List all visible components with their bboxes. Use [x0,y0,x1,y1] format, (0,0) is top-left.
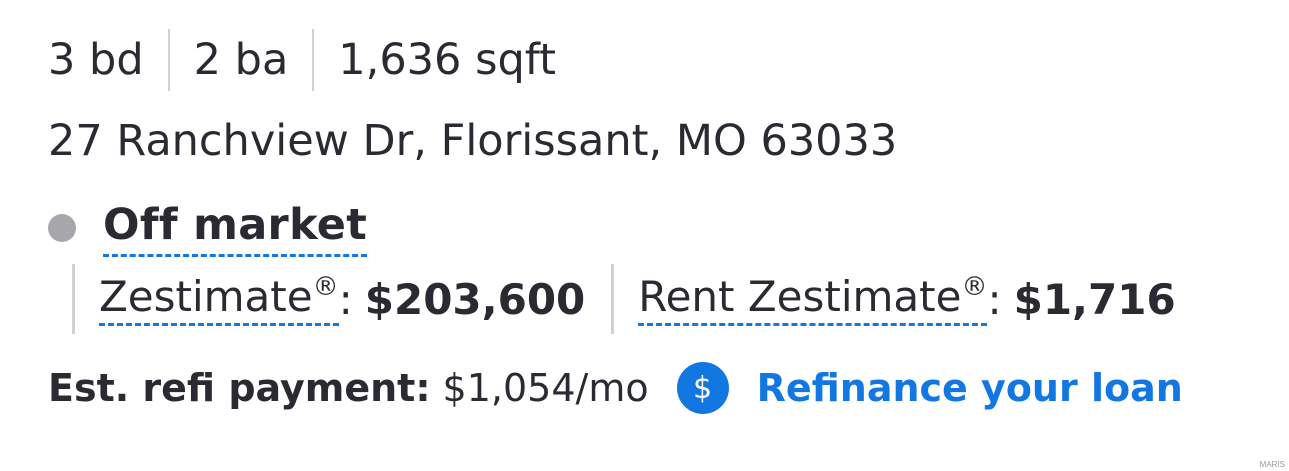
baths-count: 2 ba [193,35,289,85]
dollar-icon[interactable]: $ [676,362,729,414]
status-row: Off market [48,200,368,257]
refi-payment-value: $1,054/mo [442,366,649,410]
refi-payment-label: Est. refi payment: [48,366,431,410]
rent-zestimate-label[interactable]: Rent Zestimate® [638,272,988,326]
property-address: 27 Ranchview Dr, Florissant, MO 63033 [48,116,898,166]
rent-zestimate-value: $1,716 [1013,274,1176,324]
rent-zestimate-colon: : [987,274,1002,324]
rent-zestimate-label-text: Rent Zestimate [638,272,962,321]
registered-mark: ® [312,272,339,302]
sqft-area: 1,636 sqft [338,35,557,85]
beds-count: 3 bd [48,35,144,85]
property-summary: 3 bd 2 ba 1,636 sqft 27 Ranchview Dr, Fl… [0,0,1289,471]
status-off-market-tooltip-trigger[interactable]: Off market [103,200,368,257]
property-facts: 3 bd 2 ba 1,636 sqft [48,28,556,92]
watermark: MARIS [1259,460,1285,469]
status-dot-icon [48,214,76,242]
zestimate-divider [611,264,615,334]
zestimate-left-bar [72,264,75,334]
facts-divider [167,29,170,91]
refi-row: Est. refi payment: $1,054/mo $ Refinance… [48,358,1183,418]
zestimate-colon: : [338,274,353,324]
zestimate-value: $203,600 [364,274,586,324]
registered-mark: ® [961,272,988,302]
zestimate-label[interactable]: Zestimate® [99,272,339,326]
facts-divider [312,29,315,91]
zestimate-label-text: Zestimate [99,272,313,321]
zestimate-row: Zestimate® : $203,600 Rent Zestimate® : … [72,264,1176,334]
refinance-link[interactable]: Refinance your loan [757,366,1183,410]
